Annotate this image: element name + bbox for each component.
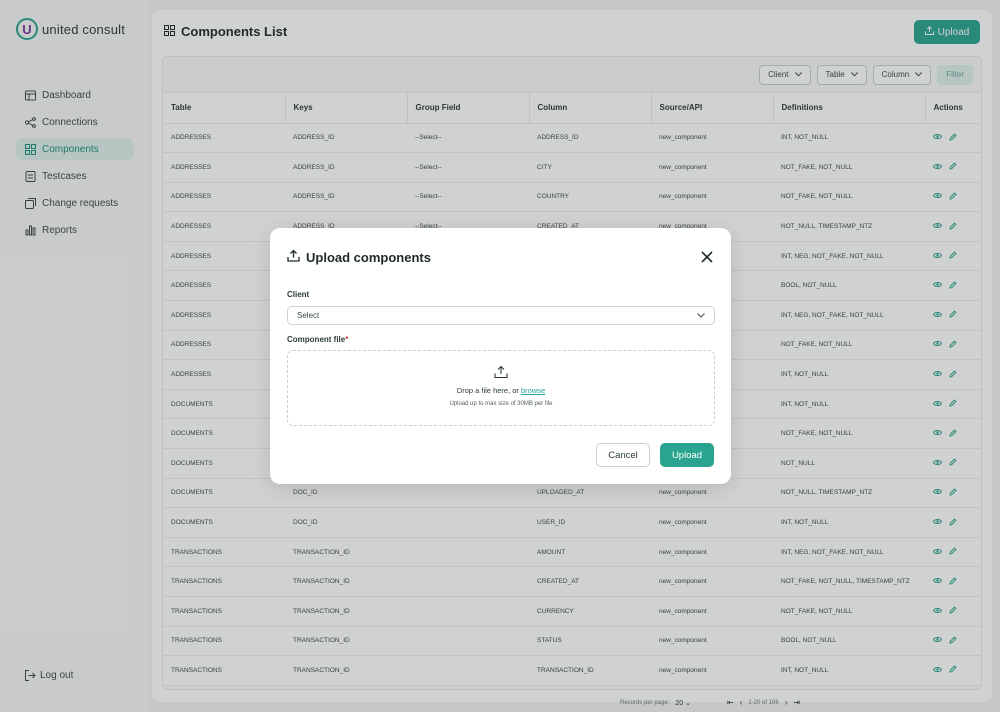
modal-upload-button[interactable]: Upload (660, 443, 714, 467)
upload-components-modal: Upload components Client Select Componen… (270, 228, 731, 484)
upload-icon (494, 365, 508, 379)
component-file-label-text: Component file (287, 335, 346, 344)
component-file-label: Component file* (287, 335, 348, 344)
required-mark: * (345, 335, 349, 344)
modal-title: Upload components (287, 249, 431, 265)
upload-limit-text: Upload up to max size of 30MB per file (449, 401, 553, 407)
close-icon[interactable] (700, 250, 714, 264)
drop-text: Drop a file here, or (456, 386, 519, 395)
client-select[interactable]: Select (287, 306, 715, 325)
modal-title-text: Upload components (306, 249, 431, 265)
dropzone-text: Drop a file here, or browse (288, 386, 714, 395)
browse-link[interactable]: browse (521, 386, 545, 395)
cancel-button[interactable]: Cancel (596, 443, 650, 467)
chevron-down-icon (697, 311, 705, 320)
client-label: Client (287, 290, 310, 299)
file-dropzone[interactable]: Drop a file here, or browse Upload up to… (287, 350, 715, 426)
client-select-value: Select (297, 311, 320, 320)
upload-icon (287, 249, 300, 265)
